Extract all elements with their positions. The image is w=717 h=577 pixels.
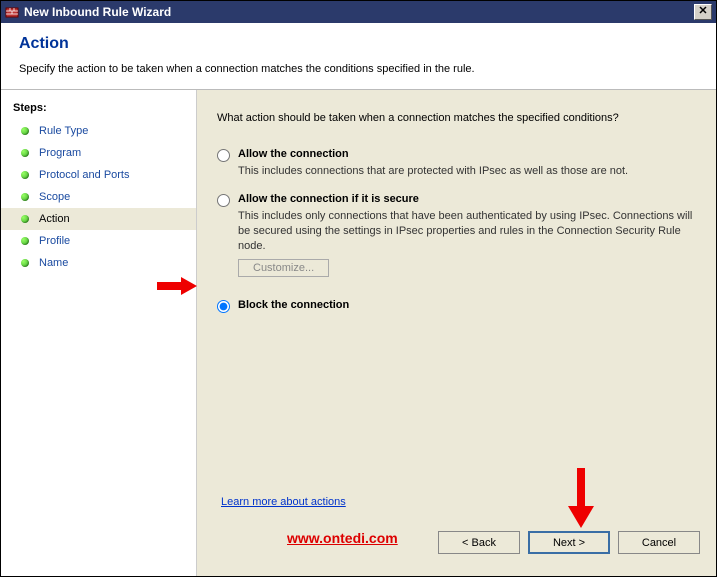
sidebar-item-label: Rule Type [39, 125, 88, 137]
wizard-window: New Inbound Rule Wizard ✕ Action Specify… [0, 0, 717, 577]
sidebar-item-label: Action [39, 213, 70, 225]
annotation-arrow-icon [568, 468, 594, 528]
sidebar-item-rule-type[interactable]: Rule Type [1, 120, 196, 142]
option-allow-title: Allow the connection [238, 148, 696, 160]
window-title: New Inbound Rule Wizard [24, 5, 694, 19]
firewall-icon [5, 5, 19, 19]
sidebar-item-program[interactable]: Program [1, 142, 196, 164]
bullet-icon [21, 237, 29, 245]
steps-heading: Steps: [1, 98, 196, 120]
titlebar: New Inbound Rule Wizard ✕ [1, 1, 716, 23]
option-allow-desc: This includes connections that are prote… [238, 164, 696, 179]
header-area: Action Specify the action to be taken wh… [1, 23, 716, 90]
learn-more-link[interactable]: Learn more about actions [221, 496, 346, 508]
sidebar-item-label: Protocol and Ports [39, 169, 130, 181]
page-subtitle: Specify the action to be taken when a co… [19, 63, 698, 75]
bullet-icon [21, 215, 29, 223]
radio-allow-secure[interactable] [217, 194, 230, 207]
bullet-icon [21, 259, 29, 267]
steps-sidebar: Steps: Rule Type Program Protocol and Po… [1, 90, 197, 576]
bullet-icon [21, 171, 29, 179]
sidebar-item-profile[interactable]: Profile [1, 230, 196, 252]
sidebar-item-name[interactable]: Name [1, 252, 196, 274]
option-allow-secure-desc: This includes only connections that have… [238, 209, 696, 254]
radio-block[interactable] [217, 300, 230, 313]
sidebar-item-action[interactable]: Action [1, 208, 196, 230]
option-block: Block the connection [217, 299, 696, 315]
main-panel: What action should be taken when a conne… [197, 90, 716, 576]
bullet-icon [21, 127, 29, 135]
option-allow-secure: Allow the connection if it is secure Thi… [217, 193, 696, 278]
sidebar-item-scope[interactable]: Scope [1, 186, 196, 208]
sidebar-item-label: Scope [39, 191, 70, 203]
option-allow-secure-title: Allow the connection if it is secure [238, 193, 696, 205]
body-area: Steps: Rule Type Program Protocol and Po… [1, 90, 716, 576]
sidebar-item-protocol-ports[interactable]: Protocol and Ports [1, 164, 196, 186]
sidebar-item-label: Profile [39, 235, 70, 247]
bullet-icon [21, 193, 29, 201]
watermark-text: www.ontedi.com [287, 530, 398, 546]
prompt-text: What action should be taken when a conne… [217, 112, 696, 124]
close-button[interactable]: ✕ [694, 4, 712, 20]
bullet-icon [21, 149, 29, 157]
radio-allow[interactable] [217, 149, 230, 162]
option-allow: Allow the connection This includes conne… [217, 148, 696, 179]
next-button[interactable]: Next > [528, 531, 610, 554]
option-block-title: Block the connection [238, 299, 696, 311]
sidebar-item-label: Name [39, 257, 68, 269]
wizard-buttons: < Back Next > Cancel [438, 531, 700, 554]
cancel-button[interactable]: Cancel [618, 531, 700, 554]
page-title: Action [19, 35, 698, 53]
customize-button: Customize... [238, 259, 329, 277]
back-button[interactable]: < Back [438, 531, 520, 554]
sidebar-item-label: Program [39, 147, 81, 159]
annotation-arrow-icon [157, 277, 197, 295]
